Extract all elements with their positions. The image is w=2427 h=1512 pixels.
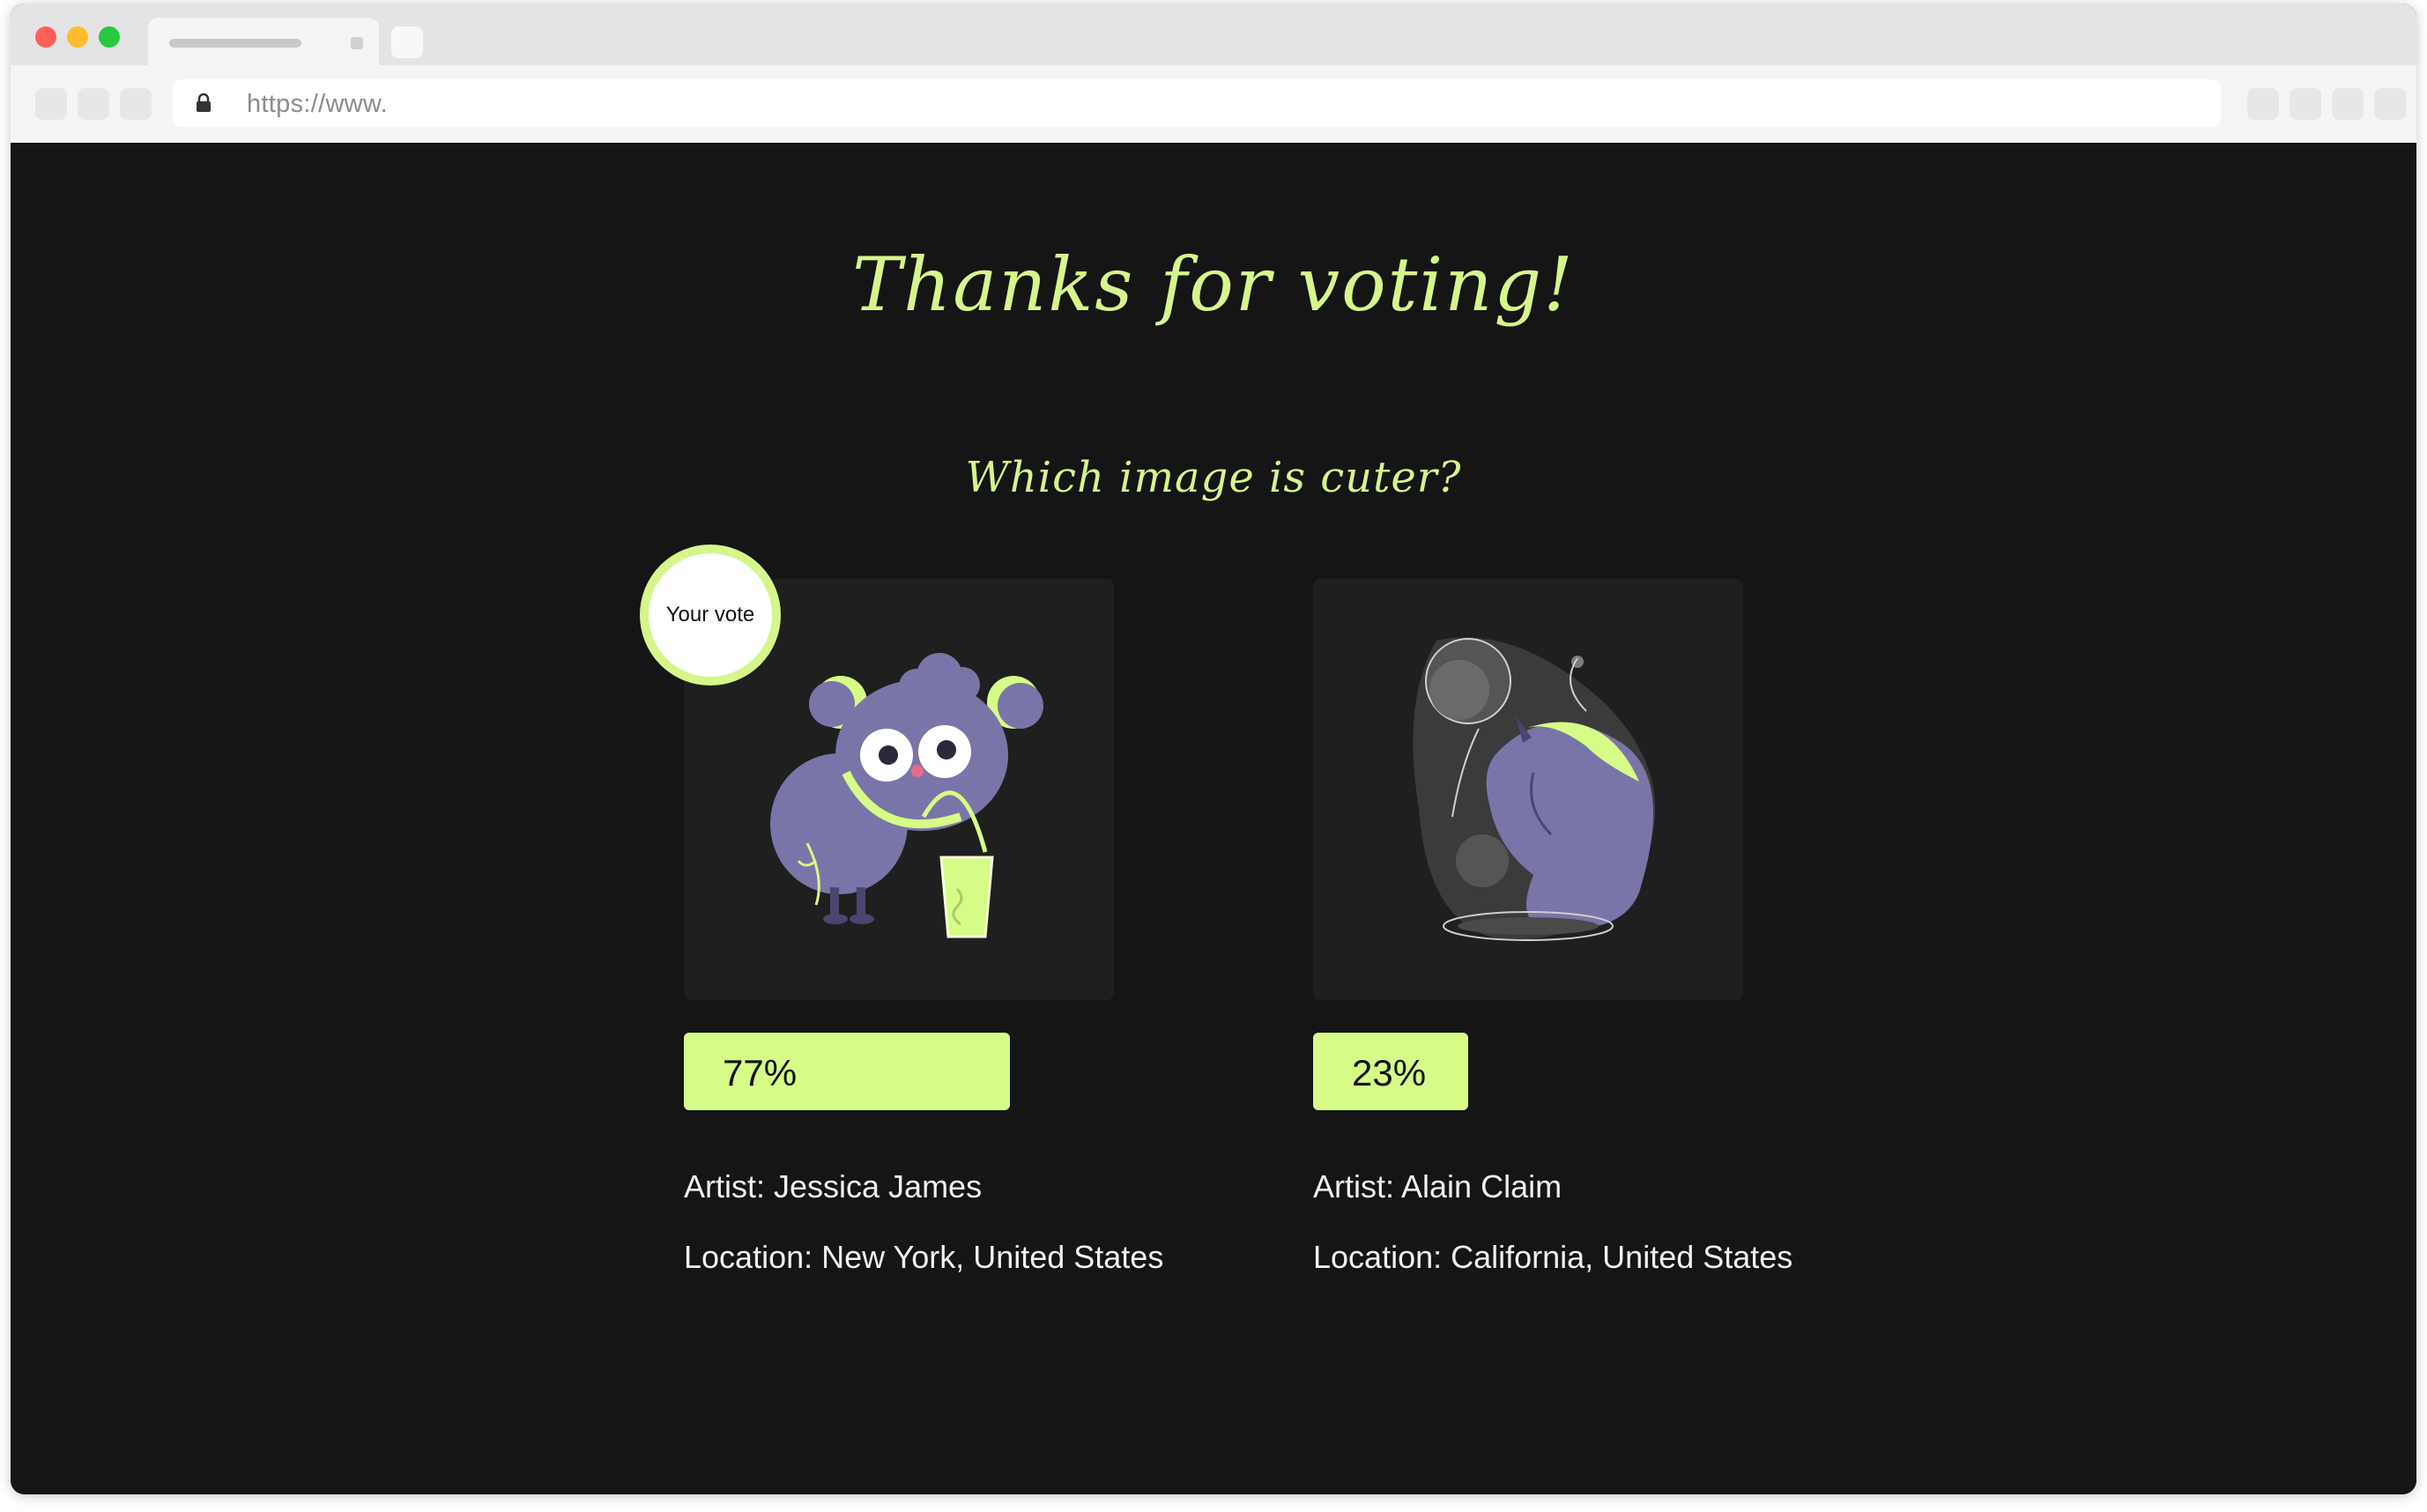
option-2-artist: Artist: Alain Claim [1313,1168,1562,1204]
browser-tab-bar [11,4,2416,67]
lock-icon [197,93,211,112]
option-2-percent: 23% [1352,1052,1427,1093]
browser-tab[interactable] [148,18,379,67]
new-tab-button[interactable] [391,26,423,58]
option-1-location: Location: New York, United States [684,1239,1164,1275]
tab-title-placeholder [169,39,301,48]
option-1-percent: 77% [723,1052,798,1093]
page-content: Thanks for voting! Which image is cuter? [11,143,2416,1494]
address-bar[interactable]: https://www. [173,79,2221,127]
close-window-button[interactable] [35,26,56,48]
maximize-window-button[interactable] [99,26,120,48]
url-text: https://www. [247,90,388,118]
tab-close-icon[interactable] [351,37,363,49]
option-2-image-card[interactable] [1313,579,1743,1000]
browser-toolbar: https://www. [11,65,2416,144]
poll-question: Which image is cuter? [965,453,1462,502]
back-button[interactable] [35,88,67,120]
extension-button-1[interactable] [2247,88,2279,120]
extension-button-2[interactable] [2290,88,2321,120]
page-title: Thanks for voting! [852,241,1575,328]
option-2-location: Location: California, United States [1313,1239,1793,1275]
your-vote-badge: Your vote [640,545,781,686]
option-1-artist: Artist: Jessica James [684,1168,983,1204]
extension-button-3[interactable] [2332,88,2364,120]
forward-button[interactable] [78,88,109,120]
minimize-window-button[interactable] [67,26,88,48]
reload-button[interactable] [120,88,152,120]
option-2-result-bar: 23% [1313,1033,1468,1110]
menu-button[interactable] [2374,88,2406,120]
option-1-result-bar: 77% [684,1033,1010,1110]
horse-bust-icon [1413,637,1656,941]
browser-window: https://www. Thanks for voting! Which im… [11,4,2416,1494]
